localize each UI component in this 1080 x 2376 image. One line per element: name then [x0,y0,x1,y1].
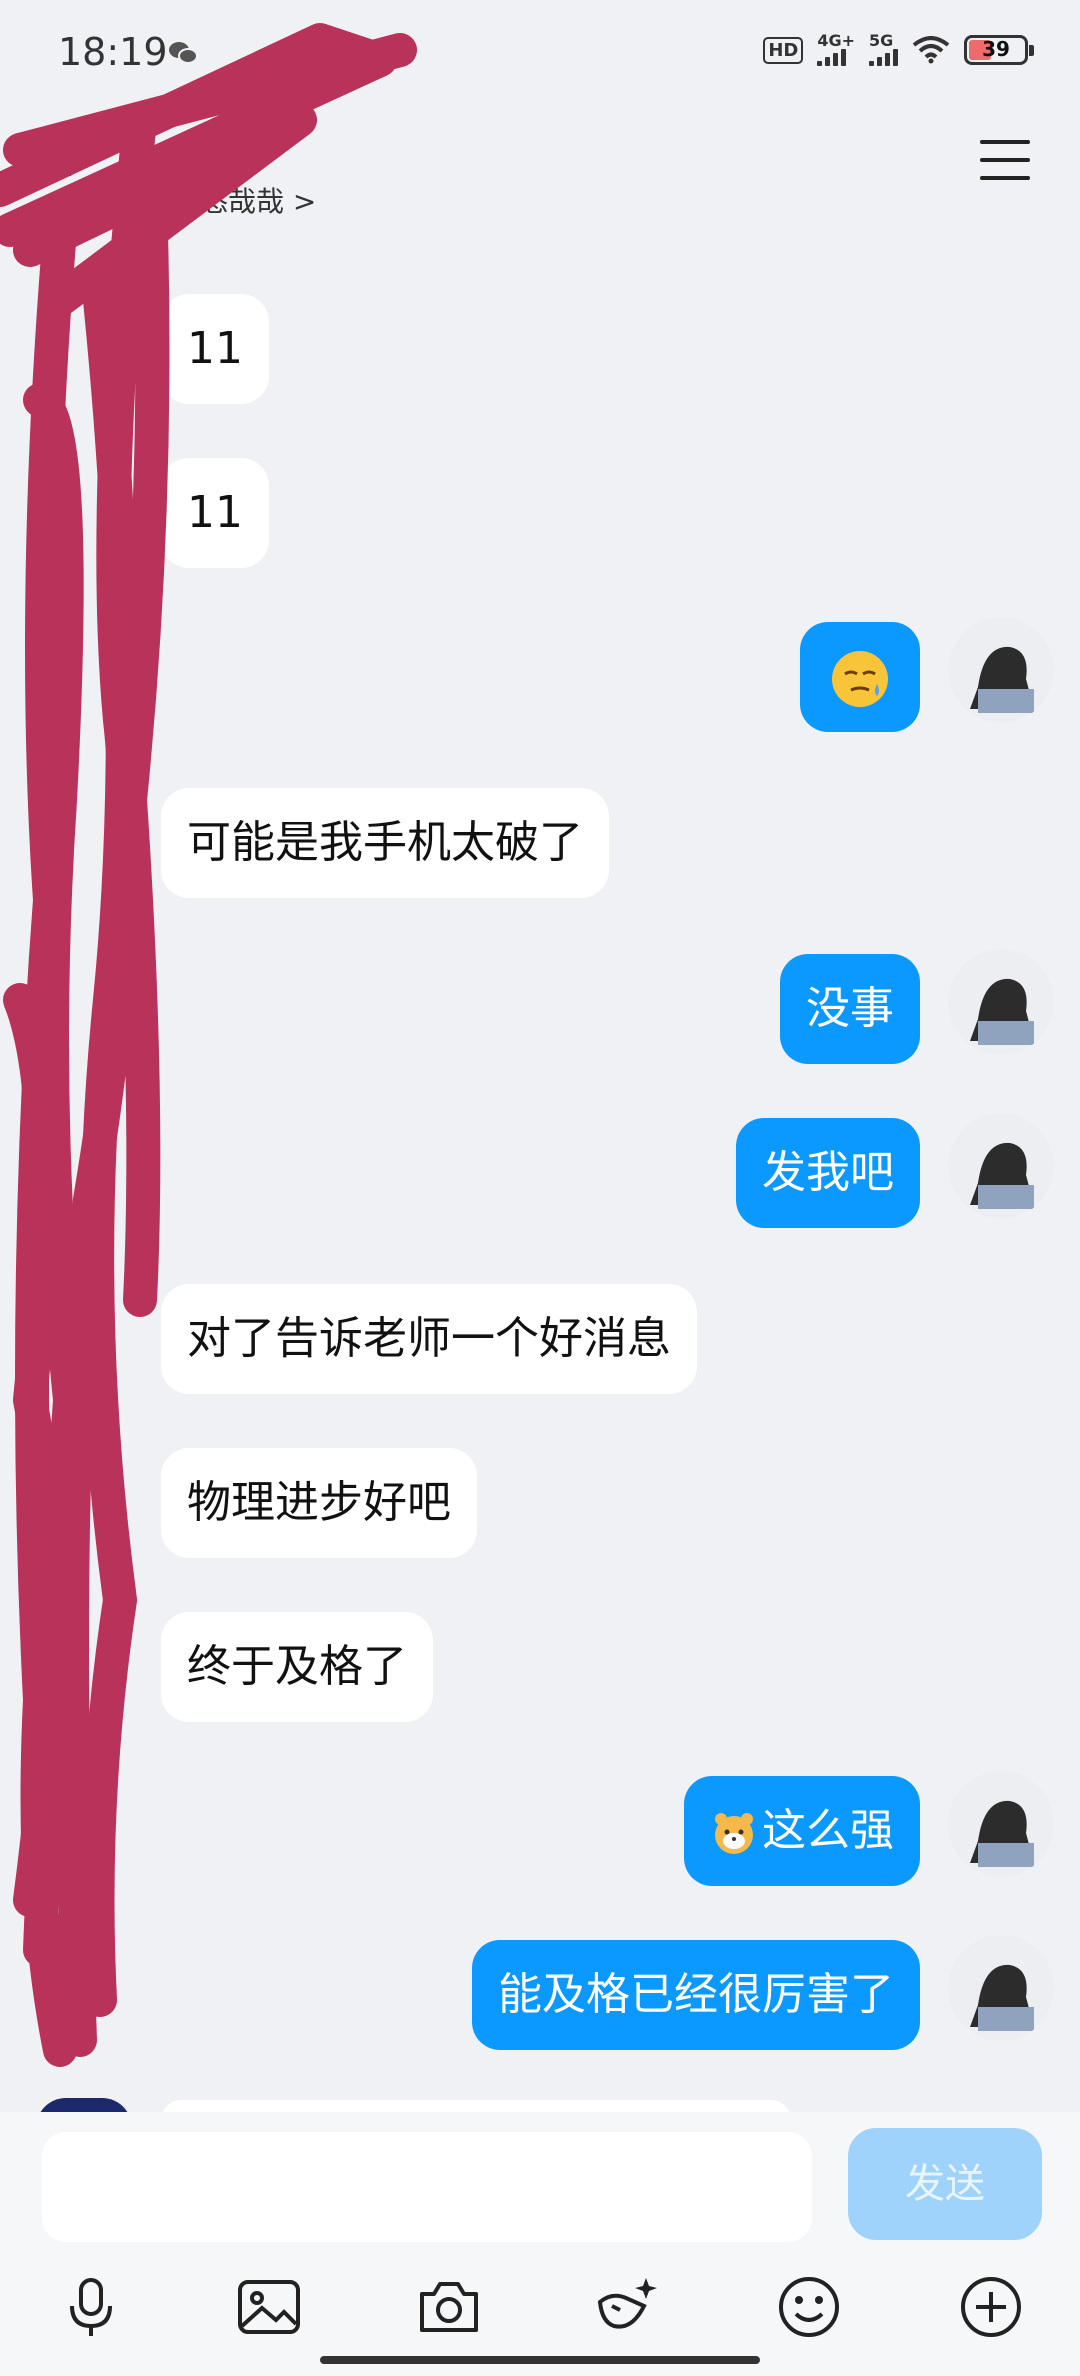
outgoing-message[interactable]: 发我吧 [736,1118,920,1228]
system-icons: HD 4G+ 5G 39 [763,31,1034,66]
menu-icon[interactable] [980,140,1030,182]
camera-icon[interactable] [414,2272,484,2342]
outgoing-message[interactable] [800,622,920,732]
send-button[interactable]: 发送 [848,2128,1042,2240]
incoming-message[interactable]: 11 [161,294,269,404]
avatar[interactable] [948,1935,1054,2041]
message-text: 11 [187,487,243,538]
status-time: 18:19 [58,30,168,74]
image-icon[interactable] [234,2272,304,2342]
plus-icon[interactable] [956,2272,1026,2342]
signal-5g: 5G [869,31,898,66]
avatar[interactable] [948,617,1054,723]
smiley-icon[interactable] [774,2272,844,2342]
battery-level: 39 [982,37,1010,61]
network-5g-label: 5G [869,31,894,50]
outgoing-message[interactable]: 这么强 [684,1776,920,1886]
message-text: 11 [187,323,243,374]
chat-subtitle[interactable]: 悠哉哉 > [200,180,316,220]
incoming-message[interactable]: 物理进步好吧 [161,1448,477,1558]
signal-bars-icon [869,48,898,66]
avatar[interactable] [948,949,1054,1055]
avatar[interactable] [948,1113,1054,1219]
incoming-message[interactable]: 11 [161,458,269,568]
incoming-message[interactable]: 终于及格了 [161,1612,433,1722]
microphone-icon[interactable] [56,2272,126,2342]
outgoing-message[interactable]: 没事 [780,954,920,1064]
incoming-message[interactable]: 可能是我手机太破了 [161,788,609,898]
wifi-icon [912,36,950,64]
input-area: 发送 [0,2112,1080,2376]
battery-icon: 39 [964,35,1034,65]
message-text: 发我吧 [762,1147,894,1198]
wechat-notification-icon [169,42,198,64]
network-4g-label: 4G+ [817,31,855,50]
hd-icon: HD [763,36,804,64]
message-text: 物理进步好吧 [187,1477,451,1528]
tiger-face-emoji-icon [715,1813,753,1854]
message-text: 能及格已经很厉害了 [498,1969,894,2020]
status-bar: 18:19 HD 4G+ 5G 39 [0,0,1080,110]
avatar[interactable] [948,1771,1054,1877]
message-text: 终于及格了 [187,1641,407,1692]
message-text: 这么强 [762,1805,894,1856]
message-input[interactable] [42,2132,812,2242]
input-toolbar [0,2272,1080,2362]
home-indicator[interactable] [320,2356,760,2364]
message-text: 没事 [806,983,894,1034]
back-arrow-icon[interactable] [40,130,80,180]
magic-wand-icon[interactable] [592,2272,662,2342]
incoming-message[interactable]: 对了告诉老师一个好消息 [161,1284,697,1394]
message-text: 对了告诉老师一个好消息 [187,1313,671,1364]
sweat-face-emoji-icon [832,651,888,707]
signal-4g: 4G+ [817,31,855,66]
outgoing-message[interactable]: 能及格已经很厉害了 [472,1940,920,2050]
message-text: 可能是我手机太破了 [187,817,583,868]
signal-bars-icon [817,48,847,66]
